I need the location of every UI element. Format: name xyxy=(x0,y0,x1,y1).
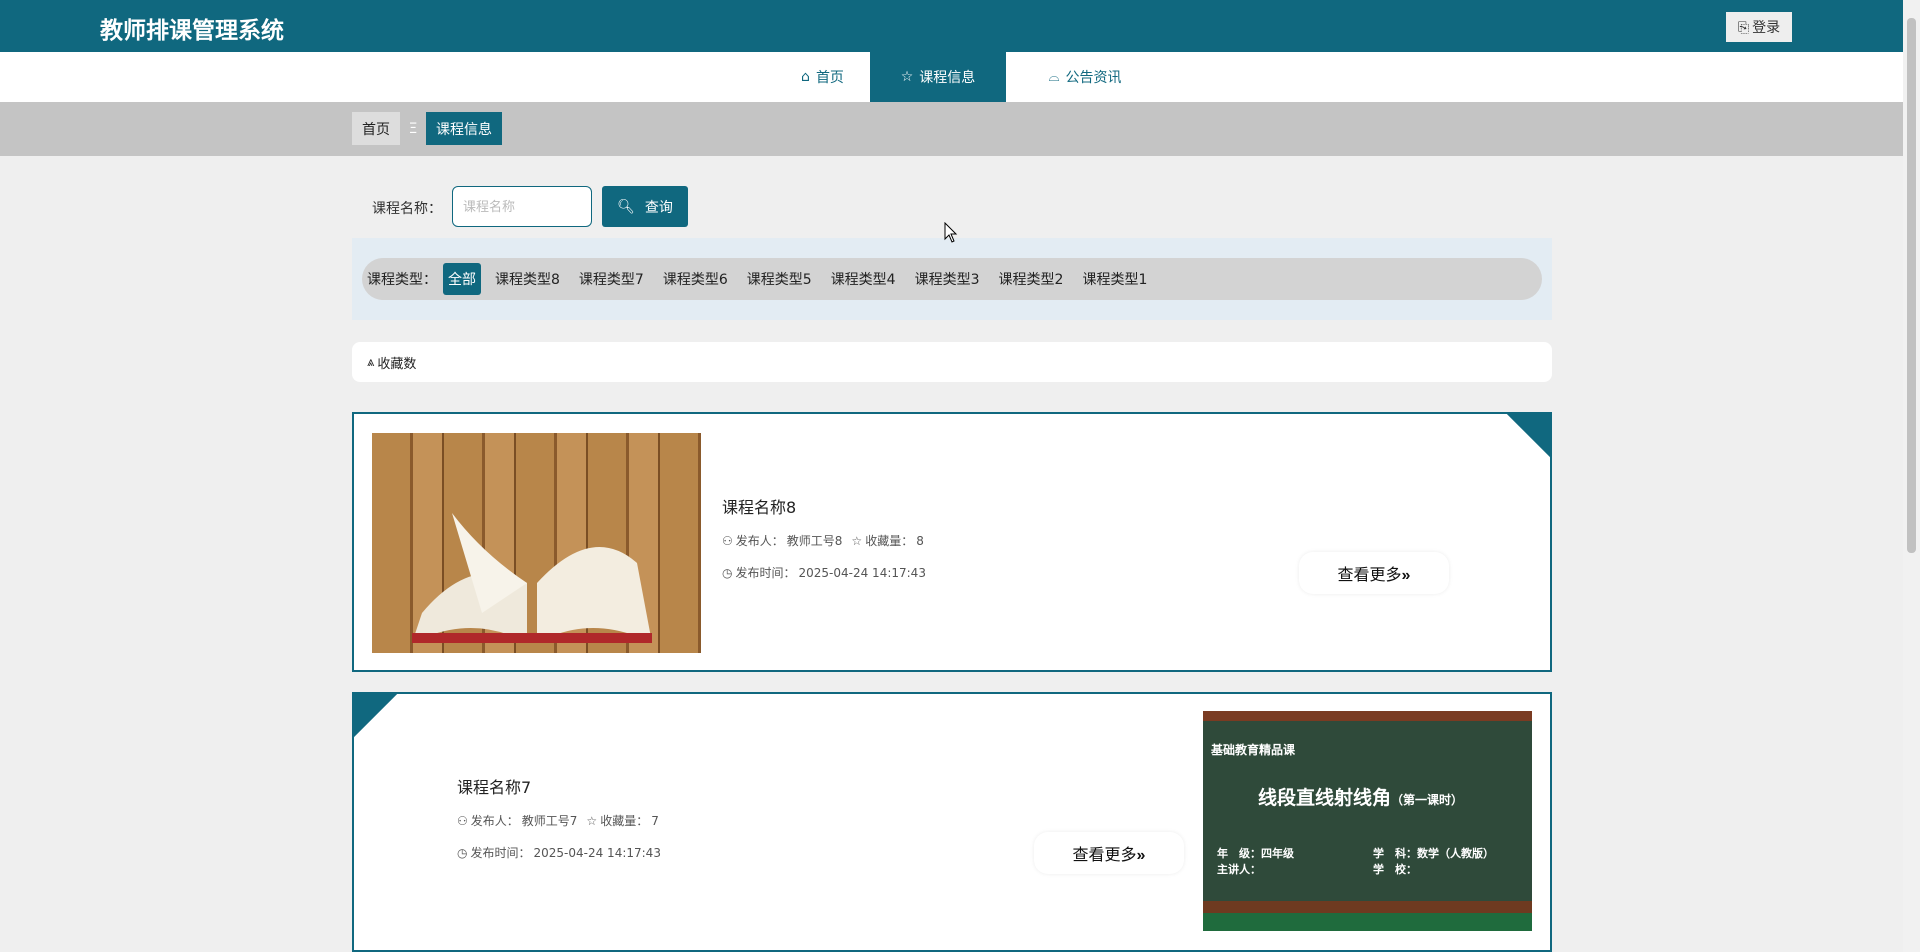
publisher-label: 发布人： xyxy=(735,534,784,548)
login-icon: ⎘ xyxy=(1737,18,1750,35)
login-button[interactable]: ⎘ 登录 xyxy=(1726,12,1792,42)
type-option[interactable]: 课程类型5 xyxy=(742,263,817,295)
fav-label: 收藏量： xyxy=(600,814,649,828)
image-grade: 年 级：四年级 xyxy=(1217,847,1294,860)
chalk-tray xyxy=(1203,901,1532,913)
course-image[interactable] xyxy=(372,433,701,653)
sort-by-favorites[interactable]: 收藏数 xyxy=(377,353,416,372)
image-title-text: 线段直线射线角（第一课时） xyxy=(1258,783,1463,810)
home-icon: ⌂ xyxy=(801,69,810,85)
star-icon: ☆ xyxy=(586,813,598,828)
image-title: 线段直线射线角 xyxy=(1258,787,1392,809)
type-option[interactable]: 课程类型4 xyxy=(826,263,901,295)
publisher-label: 发布人： xyxy=(470,814,519,828)
top-header: 教师排课管理系统 ⎘ 登录 xyxy=(0,0,1903,52)
image-series-text: 基础教育精品课 xyxy=(1211,743,1296,757)
corner-decoration xyxy=(1502,414,1550,462)
corner-decoration xyxy=(354,694,402,742)
site-title: 教师排课管理系统 xyxy=(100,18,284,44)
fav-label: 收藏量： xyxy=(865,534,914,548)
vertical-scrollbar[interactable] xyxy=(1903,0,1920,952)
publisher: 教师工号7 xyxy=(521,814,578,828)
time-value: 2025-04-24 14:17:43 xyxy=(533,845,661,860)
sort-bar: ⩓ 收藏数 xyxy=(352,342,1552,382)
course-card[interactable]: 课程名称7 ⚇ 发布人： 教师工号7 ☆ 收藏量： 7 ◷ 发布时间： 2025-04-24… xyxy=(352,692,1552,952)
course-image[interactable]: 基础教育精品课 线段直线射线角（第一课时） 年 级：四年级 学 科：数学（人教版… xyxy=(1203,711,1532,931)
scrollbar-thumb[interactable] xyxy=(1907,18,1916,553)
course-card[interactable]: 课程名称8 ⚇ 发布人： 教师工号8 ☆ 收藏量： 8 ◷ 发布时间： 2025-04-24… xyxy=(352,412,1552,672)
board-base xyxy=(1203,913,1532,931)
image-subject: 学 科：数学（人教版） xyxy=(1373,847,1494,860)
view-more-button[interactable]: 查看更多» xyxy=(1034,832,1184,874)
time-label: 发布时间： xyxy=(470,846,531,860)
book-illustration xyxy=(412,513,652,643)
fav-count: 7 xyxy=(651,813,659,828)
course-meta: ⚇ 发布人： 教师工号7 ☆ 收藏量： 7 xyxy=(457,812,659,829)
user-icon: ⚇ xyxy=(722,533,733,548)
type-option[interactable]: 课程类型7 xyxy=(574,263,649,295)
course-time: ◷ 发布时间： 2025-04-24 14:17:43 xyxy=(722,564,926,581)
chart-icon: ⩓ xyxy=(367,354,375,370)
bag-icon: ⌓ xyxy=(1048,69,1060,85)
star-icon: ☆ xyxy=(900,69,914,85)
user-icon: ⚇ xyxy=(457,813,468,828)
image-school: 学 校： xyxy=(1373,863,1417,876)
image-lecturer: 主讲人： xyxy=(1217,863,1261,876)
clock-icon: ◷ xyxy=(722,565,733,580)
time-label: 发布时间： xyxy=(735,566,796,580)
nav-course-info[interactable]: ☆ 课程信息 xyxy=(870,52,1006,102)
nav-home[interactable]: ⌂ 首页 xyxy=(775,52,870,102)
type-option[interactable]: 课程类型8 xyxy=(490,263,565,295)
nav-label: 首页 xyxy=(815,70,844,86)
search-button[interactable]: 🔍︎ 查询 xyxy=(602,186,688,227)
time-value: 2025-04-24 14:17:43 xyxy=(798,565,926,580)
type-option[interactable]: 课程类型1 xyxy=(1077,263,1152,295)
main-nav: ⌂ 首页 ☆ 课程信息 ⌓ 公告资讯 xyxy=(0,52,1903,102)
course-meta: ⚇ 发布人： 教师工号8 ☆ 收藏量： 8 xyxy=(722,532,924,549)
course-title[interactable]: 课程名称8 xyxy=(722,494,796,518)
breadcrumb-home[interactable]: 首页 xyxy=(352,112,400,145)
search-button-label: 查询 xyxy=(644,198,673,215)
nav-label: 公告资讯 xyxy=(1065,70,1122,86)
type-all[interactable]: 全部 xyxy=(443,263,481,295)
breadcrumb: 首页 Ξ 课程信息 xyxy=(0,102,1903,156)
breadcrumb-current: 课程信息 xyxy=(426,112,502,145)
nav-label: 课程信息 xyxy=(919,70,976,86)
type-filter-label: 课程类型： xyxy=(367,272,437,288)
type-option[interactable]: 课程类型2 xyxy=(994,263,1069,295)
breadcrumb-separator: Ξ xyxy=(408,120,418,137)
image-lesson: （第一课时） xyxy=(1391,793,1464,807)
star-icon: ☆ xyxy=(851,533,863,548)
clock-icon: ◷ xyxy=(457,845,468,860)
search-icon: 🔍︎ xyxy=(617,198,635,214)
nav-announcements[interactable]: ⌓ 公告资讯 xyxy=(1020,52,1150,102)
login-label: 登录 xyxy=(1752,19,1781,35)
type-option[interactable]: 课程类型3 xyxy=(910,263,985,295)
view-more-label: 查看更多 xyxy=(1337,567,1402,584)
type-filter-bar: 课程类型： 全部 课程类型8 课程类型7 课程类型6 课程类型5 课程类型4 课… xyxy=(362,258,1542,300)
type-option[interactable]: 课程类型6 xyxy=(658,263,733,295)
fav-count: 8 xyxy=(916,533,924,548)
search-label: 课程名称： xyxy=(372,201,442,217)
view-more-label: 查看更多 xyxy=(1072,847,1137,864)
mouse-cursor-icon xyxy=(944,222,958,243)
course-time: ◷ 发布时间： 2025-04-24 14:17:43 xyxy=(457,844,661,861)
type-filter: 课程类型： 全部 课程类型8 课程类型7 课程类型6 课程类型5 课程类型4 课… xyxy=(352,238,1552,320)
course-name-input[interactable] xyxy=(452,186,592,227)
publisher: 教师工号8 xyxy=(786,534,843,548)
course-title[interactable]: 课程名称7 xyxy=(457,774,531,798)
view-more-button[interactable]: 查看更多» xyxy=(1299,552,1449,594)
